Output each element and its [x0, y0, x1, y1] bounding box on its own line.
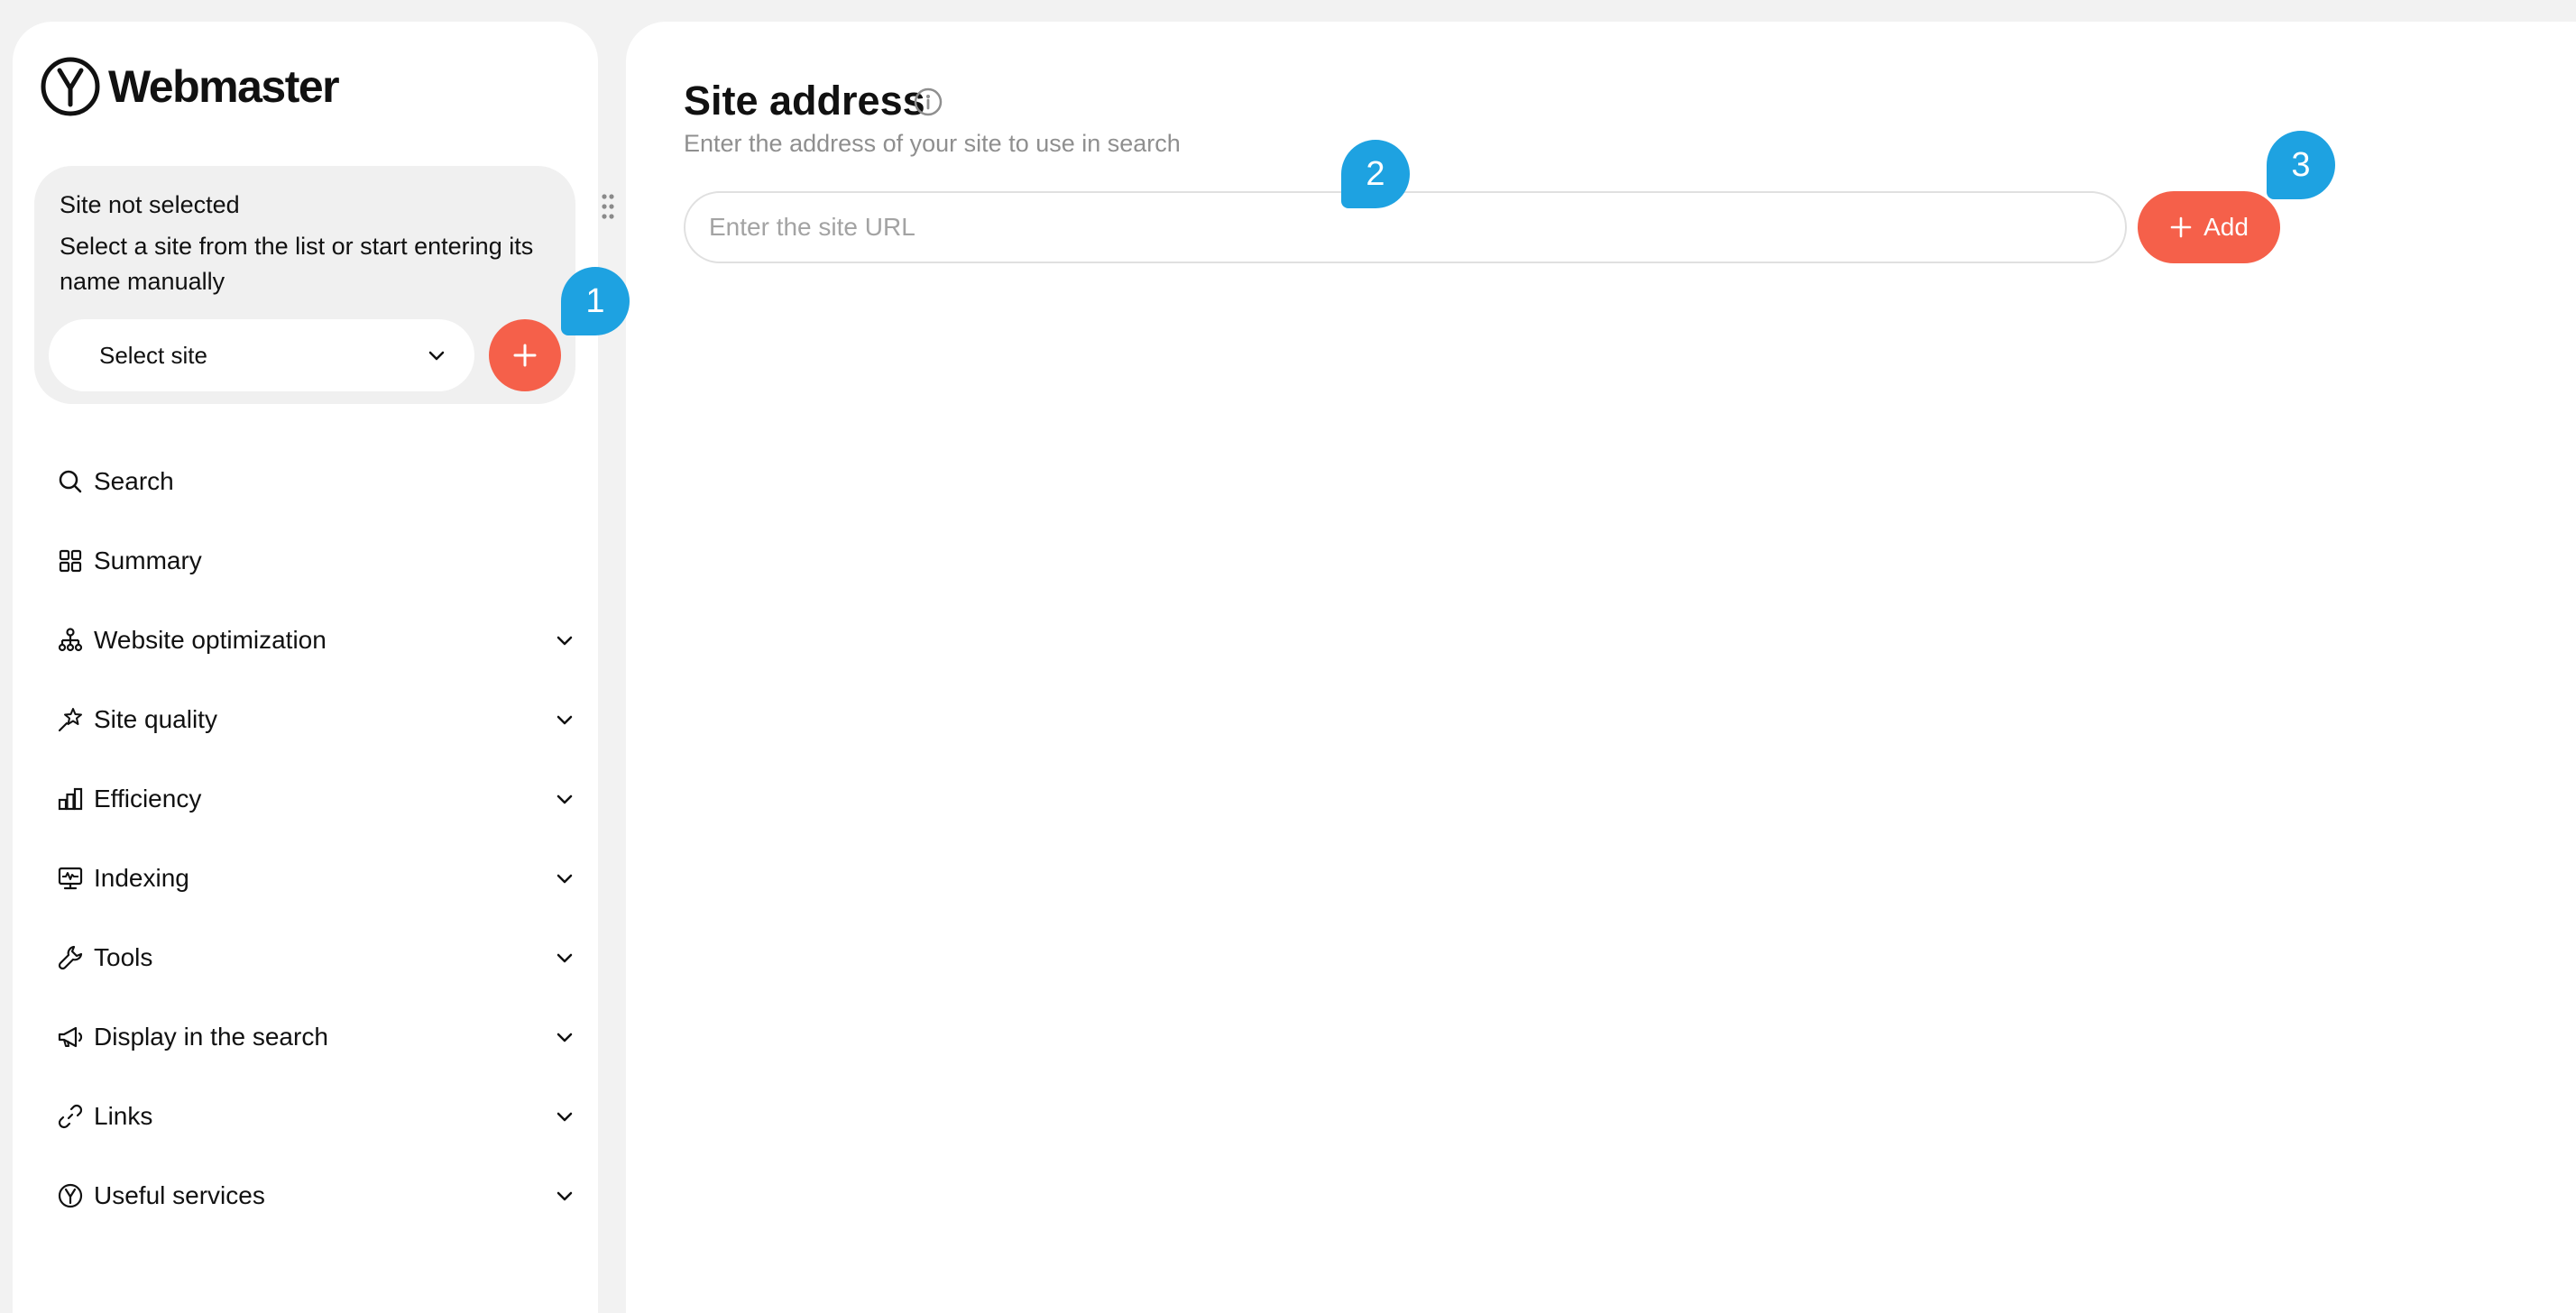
yandex-logo-icon [41, 57, 100, 116]
chevron-down-icon [557, 794, 573, 804]
nav-item-label: Site quality [94, 705, 217, 733]
bar-chart-icon [58, 787, 83, 811]
nav-item-tools[interactable]: Tools [56, 931, 579, 985]
nav-item-label: Display in the search [94, 1023, 328, 1051]
grid-icon [59, 549, 82, 573]
yandex-y-icon [58, 1183, 83, 1208]
nav-item-label: Website optimization [94, 626, 327, 654]
nav-item-label: Summary [94, 546, 202, 574]
sitemap-icon [58, 628, 83, 652]
chevron-down-icon [557, 1033, 573, 1042]
link-icon [58, 1104, 83, 1129]
add-button-label: Add [2203, 213, 2249, 241]
chevron-down-icon [557, 953, 573, 963]
star-wand-icon [58, 708, 82, 732]
main-panel: Site address Enter the address of your s… [626, 22, 2576, 1313]
app-name: Webmaster [108, 61, 340, 112]
nav-item-label: Tools [94, 943, 153, 971]
nav-item-label: Efficiency [94, 785, 202, 813]
select-site-dropdown[interactable]: Select site [49, 319, 474, 391]
chevron-down-icon [557, 874, 573, 884]
site-status: Site not selected [60, 191, 240, 218]
add-button[interactable]: Add [2138, 191, 2280, 263]
site-url-input[interactable] [684, 191, 2127, 263]
nav-item-search[interactable]: Search [56, 454, 579, 509]
megaphone-icon [58, 1026, 83, 1048]
callout-badge-3: 3 [2267, 131, 2335, 199]
callout-badge-1: 1 [561, 267, 630, 335]
nav-item-useful-services[interactable]: Useful services [56, 1169, 579, 1223]
info-icon[interactable] [913, 87, 943, 117]
nav-item-display-in-search[interactable]: Display in the search [56, 1010, 579, 1064]
chevron-down-icon [557, 1191, 573, 1201]
chevron-down-icon [557, 1112, 573, 1122]
plus-icon [513, 344, 537, 367]
nav-item-efficiency[interactable]: Efficiency [56, 772, 579, 826]
site-selector-card: Site not selected Select a site from the… [34, 166, 575, 404]
select-site-label: Select site [99, 341, 207, 369]
nav-item-label: Links [94, 1102, 153, 1130]
nav-item-links[interactable]: Links [56, 1089, 579, 1143]
site-hint: Select a site from the list or start ent… [60, 233, 534, 295]
nav-item-indexing[interactable]: Indexing [56, 851, 579, 905]
chevron-down-icon [428, 351, 445, 361]
chevron-down-icon [557, 715, 573, 725]
page-subtitle: Enter the address of your site to use in… [684, 130, 1181, 157]
page-title: Site address [684, 78, 925, 124]
nav-item-summary[interactable]: Summary [56, 534, 579, 588]
nav-item-label: Indexing [94, 864, 189, 892]
nav-item-site-quality[interactable]: Site quality [56, 693, 579, 747]
search-icon [59, 470, 82, 493]
chevron-down-icon [557, 636, 573, 646]
add-site-button[interactable] [489, 319, 561, 391]
nav-item-website-optimization[interactable]: Website optimization [56, 613, 579, 667]
nav-item-label: Search [94, 467, 174, 495]
logo[interactable]: Webmaster [40, 56, 340, 117]
monitor-pulse-icon [58, 867, 83, 890]
plus-icon [2170, 216, 2192, 238]
sidebar: Webmaster Site not selected Select a sit… [13, 22, 598, 1313]
drag-handle-icon[interactable] [601, 193, 615, 220]
wrench-icon [58, 945, 83, 970]
callout-badge-2: 2 [1341, 140, 1410, 208]
nav-item-label: Useful services [94, 1181, 265, 1209]
